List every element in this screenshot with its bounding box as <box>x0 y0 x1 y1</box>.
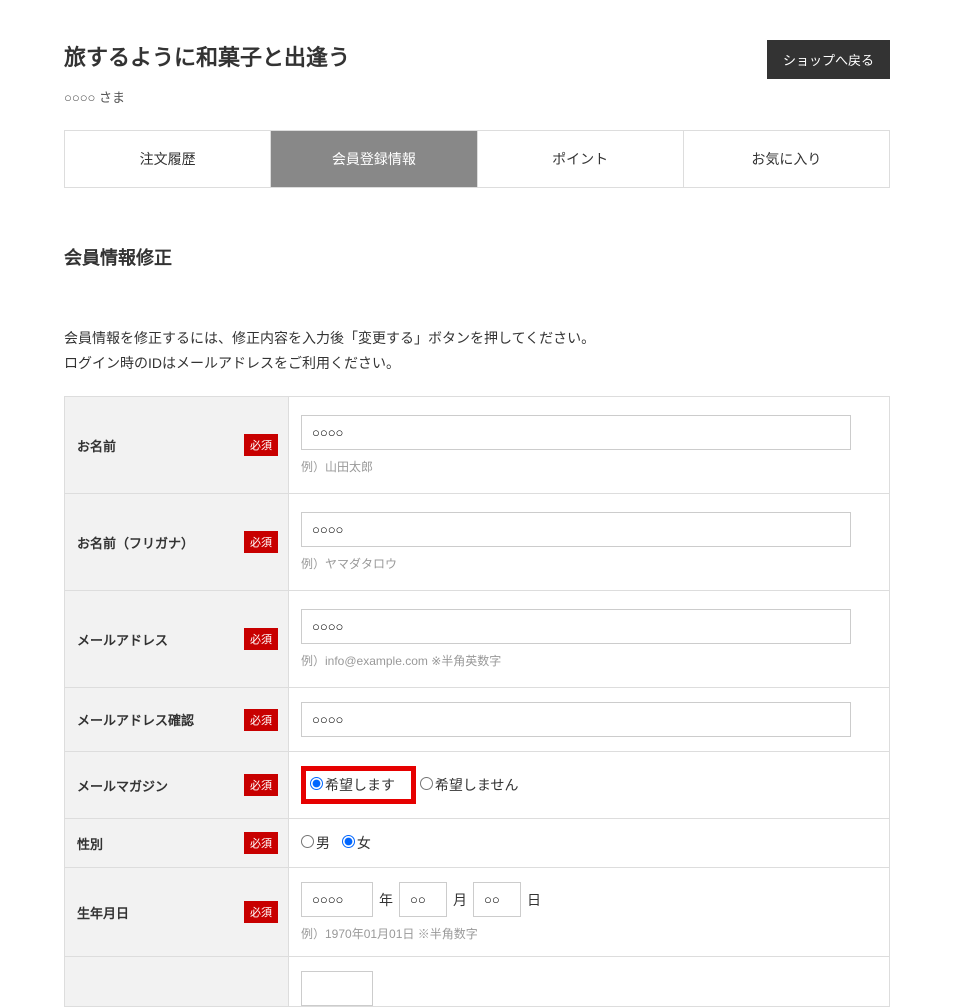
mailmag-highlight: 希望します <box>301 766 416 804</box>
label-name-text: お名前 <box>77 439 116 454</box>
required-badge: 必須 <box>244 709 278 731</box>
tab-member-info[interactable]: 会員登録情報 <box>270 131 476 187</box>
required-badge: 必須 <box>244 832 278 854</box>
label-birthdate: 生年月日 必須 <box>65 868 289 957</box>
label-birthdate-text: 生年月日 <box>77 906 129 921</box>
label-name: お名前 必須 <box>65 397 289 494</box>
tab-order-history[interactable]: 注文履歴 <box>64 131 270 187</box>
label-email-text: メールアドレス <box>77 633 168 648</box>
gender-female-text: 女 <box>357 835 371 851</box>
email-input[interactable] <box>301 609 851 644</box>
required-badge: 必須 <box>244 901 278 923</box>
label-email-confirm-text: メールアドレス確認 <box>77 713 194 728</box>
mailmag-no-radio[interactable] <box>420 777 433 790</box>
name-kana-input[interactable] <box>301 512 851 547</box>
mailmag-yes-radio[interactable] <box>310 777 323 790</box>
day-unit: 日 <box>527 890 541 910</box>
required-badge: 必須 <box>244 774 278 796</box>
section-title: 会員情報修正 <box>64 244 890 270</box>
label-mailmag: メールマガジン 必須 <box>65 752 289 819</box>
page-title: 旅するように和菓子と出逢う <box>64 40 350 72</box>
label-mailmag-text: メールマガジン <box>77 779 168 794</box>
birth-year-input[interactable] <box>301 882 373 917</box>
gender-male-text: 男 <box>316 835 330 851</box>
month-unit: 月 <box>453 890 467 910</box>
instruction-line-2: ログイン時のIDはメールアドレスをご利用ください。 <box>64 351 890 376</box>
required-badge: 必須 <box>244 531 278 553</box>
tab-favorites[interactable]: お気に入り <box>683 131 889 187</box>
mailmag-no-label[interactable]: 希望しません <box>420 777 519 793</box>
instruction-line-1: 会員情報を修正するには、修正内容を入力後「変更する」ボタンを押してください。 <box>64 326 890 351</box>
username-label: ○○○○ さま <box>64 87 890 106</box>
tab-points[interactable]: ポイント <box>477 131 683 187</box>
required-badge: 必須 <box>244 434 278 456</box>
back-to-shop-button[interactable]: ショップへ戻る <box>767 40 890 79</box>
birth-month-input[interactable] <box>399 882 447 917</box>
label-gender: 性別 必須 <box>65 819 289 868</box>
instructions: 会員情報を修正するには、修正内容を入力後「変更する」ボタンを押してください。 ロ… <box>64 326 890 376</box>
email-confirm-input[interactable] <box>301 702 851 737</box>
label-name-kana: お名前（フリガナ） 必須 <box>65 494 289 591</box>
name-input[interactable] <box>301 415 851 450</box>
mailmag-yes-label[interactable]: 希望します <box>310 775 395 795</box>
label-email-confirm: メールアドレス確認 必須 <box>65 688 289 752</box>
name-kana-hint: 例）ヤマダタロウ <box>301 555 877 572</box>
gender-female-radio[interactable] <box>342 835 355 848</box>
email-hint: 例）info@example.com ※半角英数字 <box>301 652 877 669</box>
label-email: メールアドレス 必須 <box>65 591 289 688</box>
birth-day-input[interactable] <box>473 882 521 917</box>
label-gender-text: 性別 <box>77 837 103 852</box>
required-badge: 必須 <box>244 628 278 650</box>
year-unit: 年 <box>379 890 393 910</box>
mailmag-yes-text: 希望します <box>325 777 395 793</box>
partial-input-1[interactable] <box>301 971 373 1006</box>
mailmag-no-text: 希望しません <box>435 777 519 793</box>
gender-male-label[interactable]: 男 <box>301 835 330 851</box>
gender-male-radio[interactable] <box>301 835 314 848</box>
tab-bar: 注文履歴 会員登録情報 ポイント お気に入り <box>64 130 890 188</box>
label-name-kana-text: お名前（フリガナ） <box>77 536 194 551</box>
name-hint: 例）山田太郎 <box>301 458 877 475</box>
member-form-table: お名前 必須 例）山田太郎 お名前（フリガナ） 必須 例）ヤマダタロウ メールア… <box>64 396 890 1007</box>
gender-female-label[interactable]: 女 <box>342 835 371 851</box>
label-next-row <box>65 957 289 1007</box>
birthdate-hint: 例）1970年01月01日 ※半角数字 <box>301 925 877 942</box>
